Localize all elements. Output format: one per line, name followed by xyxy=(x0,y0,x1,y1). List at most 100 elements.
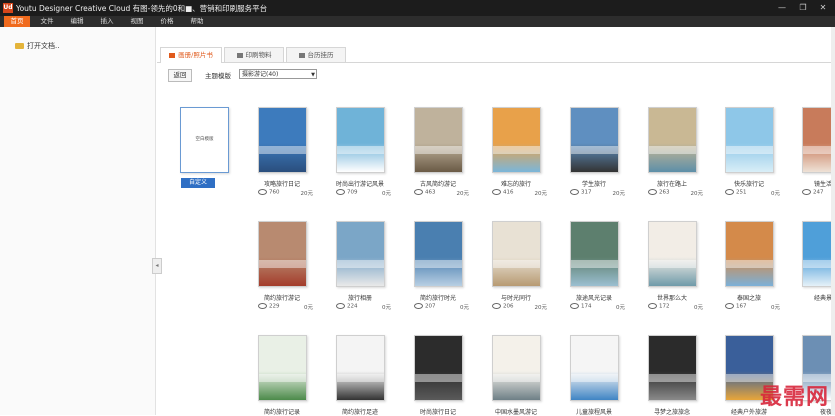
template-stats: 174 0元 xyxy=(570,303,625,311)
cover-band xyxy=(493,374,540,382)
eye-icon xyxy=(336,189,345,195)
cover-band xyxy=(337,260,384,268)
menu-edit[interactable]: 编辑 xyxy=(64,16,90,27)
template-name: 旅途风光记录 xyxy=(575,295,612,302)
calendar-icon xyxy=(298,52,305,58)
eye-icon xyxy=(725,189,734,195)
template-price: 0元 xyxy=(382,191,391,197)
tab-calendar[interactable]: 台历挂历 xyxy=(286,47,346,62)
template-price: 0元 xyxy=(771,305,780,311)
blank-cover-text: 空白模版 xyxy=(195,137,214,142)
view-count: 709 xyxy=(347,189,358,196)
template-stats: 709 0元 xyxy=(336,189,391,197)
template-cover[interactable] xyxy=(258,335,307,401)
open-document-item[interactable]: 打开文档.. xyxy=(15,41,59,51)
menu-home[interactable]: 首页 xyxy=(4,16,30,27)
menu-help[interactable]: 帮助 xyxy=(184,16,210,27)
tab-print-label: 印刷物料 xyxy=(245,51,272,59)
eye-icon xyxy=(492,303,501,309)
cover-band xyxy=(571,374,618,382)
template-cover[interactable] xyxy=(725,107,774,173)
template-cover[interactable] xyxy=(336,221,385,287)
cover-band xyxy=(649,146,696,154)
theme-select[interactable]: 摄影游记(40) ▼ xyxy=(239,69,317,79)
view-count: 463 xyxy=(425,189,436,196)
template-cover[interactable] xyxy=(725,221,774,287)
cover-band xyxy=(493,260,540,268)
eye-icon xyxy=(648,189,657,195)
cover-band xyxy=(259,146,306,154)
template-cover[interactable] xyxy=(492,221,541,287)
template-cover[interactable] xyxy=(648,335,697,401)
template-price: 20元 xyxy=(612,191,626,197)
template-cover[interactable] xyxy=(414,335,463,401)
template-name: 泰国之旅 xyxy=(736,295,761,302)
blank-cover[interactable]: 空白模版 xyxy=(180,107,229,173)
template-cover[interactable] xyxy=(336,335,385,401)
menu-file[interactable]: 文件 xyxy=(34,16,60,27)
menu-price[interactable]: 价格 xyxy=(154,16,180,27)
template-cover[interactable] xyxy=(414,221,463,287)
template-name: 时尚出行游记风景 xyxy=(335,181,384,188)
menu-view[interactable]: 视图 xyxy=(124,16,150,27)
template-cover[interactable] xyxy=(648,221,697,287)
tab-print-material[interactable]: 印刷物料 xyxy=(224,47,284,62)
template-price: 0元 xyxy=(382,305,391,311)
cover-band xyxy=(337,374,384,382)
template-stats: 224 0元 xyxy=(336,303,391,311)
custom-button[interactable]: 自定义 xyxy=(181,178,215,188)
tab-album[interactable]: 画册/照片书 xyxy=(160,47,222,63)
template-cover[interactable] xyxy=(258,221,307,287)
template-stats: 463 20元 xyxy=(414,189,469,197)
template-name: 快乐旅行记 xyxy=(733,181,764,188)
title-bar: Ud Youtu Designer Creative Cloud 有图-领先的0… xyxy=(0,0,835,16)
template-name: 旅行在路上 xyxy=(656,181,687,188)
album-icon xyxy=(169,52,176,58)
view-count: 251 xyxy=(736,189,747,196)
template-name: 镜生活一 xyxy=(813,181,835,188)
template-name: 简约旅行游记 xyxy=(263,295,300,302)
template-price: 20元 xyxy=(534,305,548,311)
back-button[interactable]: 返回 xyxy=(168,69,192,82)
eye-icon xyxy=(570,303,579,309)
print-icon xyxy=(236,52,243,58)
minimize-button[interactable]: — xyxy=(772,2,792,13)
template-price: 0元 xyxy=(771,191,780,197)
scrollbar[interactable] xyxy=(831,27,835,415)
folder-icon xyxy=(15,43,24,49)
template-cover[interactable] xyxy=(648,107,697,173)
tab-album-label: 画册/照片书 xyxy=(178,51,213,59)
eye-icon xyxy=(258,189,267,195)
template-price: 0元 xyxy=(694,305,703,311)
theme-select-value: 摄影游记(40) xyxy=(242,71,279,78)
menu-insert[interactable]: 插入 xyxy=(94,16,120,27)
template-stats: 263 20元 xyxy=(648,189,703,197)
template-stats: 207 0元 xyxy=(414,303,469,311)
view-count: 317 xyxy=(581,189,592,196)
template-price: 0元 xyxy=(460,305,469,311)
template-name: 世界那么大 xyxy=(656,295,687,302)
close-button[interactable]: ✕ xyxy=(813,2,833,13)
template-name: 旅行相册 xyxy=(347,295,372,302)
template-cover[interactable] xyxy=(570,221,619,287)
template-cover[interactable] xyxy=(336,107,385,173)
template-cover[interactable] xyxy=(492,335,541,401)
template-cover[interactable] xyxy=(492,107,541,173)
app-logo: Ud xyxy=(3,3,13,13)
template-cover[interactable] xyxy=(570,335,619,401)
cover-band xyxy=(415,146,462,154)
template-grid: 空白模版 自定义 攻略旅行日记 760 20元 时尚出行游记风景 709 0元 古风简约游记… xyxy=(158,95,835,416)
template-price: 20元 xyxy=(300,191,314,197)
cover-band xyxy=(571,146,618,154)
template-stats: 251 0元 xyxy=(725,189,780,197)
window-title: Youtu Designer Creative Cloud 有图-领先的0和■、… xyxy=(16,4,268,13)
template-cover[interactable] xyxy=(258,107,307,173)
template-cover[interactable] xyxy=(570,107,619,173)
view-count: 760 xyxy=(269,189,280,196)
template-cover[interactable] xyxy=(414,107,463,173)
eye-icon xyxy=(336,303,345,309)
eye-icon xyxy=(414,303,423,309)
maximize-button[interactable]: ❐ xyxy=(793,2,813,13)
cover-band xyxy=(493,146,540,154)
template-stats: 172 0元 xyxy=(648,303,703,311)
